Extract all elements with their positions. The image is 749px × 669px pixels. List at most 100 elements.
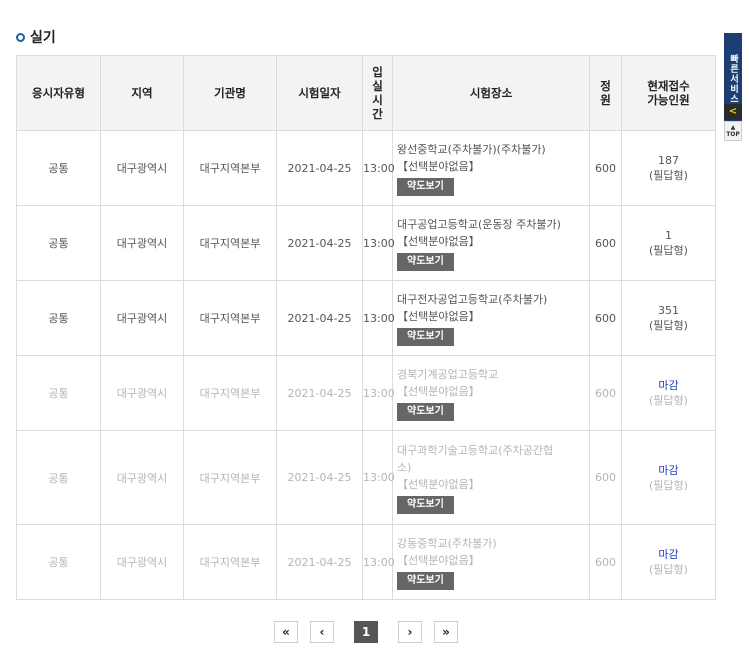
place-field: 【선택분야없음】 <box>397 159 480 173</box>
cell-type: 공통 <box>16 205 101 281</box>
cell-time: 13:00 <box>362 430 395 525</box>
cell-region: 대구광역시 <box>100 205 184 281</box>
exam-format: (필답형) <box>649 319 688 332</box>
exam-format: (필답형) <box>649 394 688 407</box>
header-time: 입 실 시 간 <box>362 55 393 131</box>
cell-time: 13:00 <box>362 205 395 281</box>
cell-place: 대구과학기술고등학교(주차공간협 소) 【선택분야없음】 약도보기 <box>392 430 590 525</box>
available-count: 351 <box>658 304 679 317</box>
table-row: 공통 대구광역시 대구지역본부 2021-04-25 13:00 대구전자공업고… <box>16 280 716 356</box>
header-date: 시험일자 <box>276 55 363 131</box>
cell-place: 대구공업고등학교(운동장 주차불가) 【선택분야없음】 약도보기 <box>392 205 590 281</box>
cell-agency: 대구지역본부 <box>183 205 277 281</box>
exam-schedule-page: 실기 응시자유형 지역 기관명 시험일자 입 실 시 간 시험장소 정 원 현재… <box>0 0 749 669</box>
first-page-button[interactable]: « <box>274 621 298 643</box>
header-available: 현재접수 가능인원 <box>621 55 716 131</box>
header-agency: 기관명 <box>183 55 277 131</box>
cell-capacity: 600 <box>589 355 622 431</box>
cell-region: 대구광역시 <box>100 355 184 431</box>
header-capacity: 정 원 <box>589 55 622 131</box>
table-row: 공통 대구광역시 대구지역본부 2021-04-25 13:00 대구공업고등학… <box>16 205 716 281</box>
cell-agency: 대구지역본부 <box>183 355 277 431</box>
place-field: 【선택분야없음】 <box>397 553 480 567</box>
cell-capacity: 600 <box>589 130 622 206</box>
cell-type: 공통 <box>16 280 101 356</box>
header-place: 시험장소 <box>392 55 590 131</box>
cell-date: 2021-04-25 <box>276 130 363 206</box>
last-page-button[interactable]: » <box>434 621 458 643</box>
map-view-button[interactable]: 약도보기 <box>397 252 454 271</box>
map-view-button[interactable]: 약도보기 <box>397 177 454 196</box>
section-title: 실기 <box>16 27 56 47</box>
page-1-button[interactable]: 1 <box>354 621 378 643</box>
cell-place: 왕선중학교(주차불가)(주차불가) 【선택분야없음】 약도보기 <box>392 130 590 206</box>
cell-agency: 대구지역본부 <box>183 430 277 525</box>
header-region: 지역 <box>100 55 184 131</box>
table-row: 공통 대구광역시 대구지역본부 2021-04-25 13:00 왕선중학교(주… <box>16 130 716 206</box>
cell-capacity: 600 <box>589 430 622 525</box>
place-name: 대구전자공업고등학교(주차불가) <box>397 292 548 306</box>
cell-type: 공통 <box>16 130 101 206</box>
cell-capacity: 600 <box>589 280 622 356</box>
cell-time: 13:00 <box>362 130 395 206</box>
exam-format: (필답형) <box>649 478 688 492</box>
place-name: 경북기계공업고등학교 <box>397 367 499 381</box>
cell-capacity: 600 <box>589 524 622 600</box>
cell-available: 187 (필답형) <box>621 130 716 206</box>
place-name: 왕선중학교(주차불가)(주차불가) <box>397 142 546 156</box>
cell-time: 13:00 <box>362 524 395 600</box>
table-row: 공통 대구광역시 대구지역본부 2021-04-25 13:00 경북기계공업고… <box>16 355 716 431</box>
exam-format: (필답형) <box>649 563 688 576</box>
table-row: 공통 대구광역시 대구지역본부 2021-04-25 13:00 대구과학기술고… <box>16 430 716 525</box>
table-row: 공통 대구광역시 대구지역본부 2021-04-25 13:00 강동중학교(주… <box>16 524 716 600</box>
closed-badge: 마감 <box>658 379 679 392</box>
exam-venue-table: 응시자유형 지역 기관명 시험일자 입 실 시 간 시험장소 정 원 현재접수 … <box>16 55 716 600</box>
chevron-left-icon[interactable]: < <box>724 104 742 120</box>
cell-place: 경북기계공업고등학교 【선택분야없음】 약도보기 <box>392 355 590 431</box>
cell-date: 2021-04-25 <box>276 355 363 431</box>
cell-available: 마감 (필답형) <box>621 430 716 525</box>
cell-type: 공통 <box>16 355 101 431</box>
cell-region: 대구광역시 <box>100 280 184 356</box>
cell-agency: 대구지역본부 <box>183 130 277 206</box>
map-view-button[interactable]: 약도보기 <box>397 571 454 590</box>
pagination: « ‹ 1 › » <box>0 621 732 643</box>
exam-format: (필답형) <box>649 244 688 257</box>
cell-place: 강동중학교(주차불가) 【선택분야없음】 약도보기 <box>392 524 590 600</box>
cell-available: 마감 (필답형) <box>621 355 716 431</box>
place-name-cont: 소) <box>397 460 412 474</box>
cell-date: 2021-04-25 <box>276 430 363 525</box>
place-field: 【선택분야없음】 <box>397 234 480 248</box>
table-header-row: 응시자유형 지역 기관명 시험일자 입 실 시 간 시험장소 정 원 현재접수 … <box>16 55 716 131</box>
cell-region: 대구광역시 <box>100 524 184 600</box>
cell-region: 대구광역시 <box>100 430 184 525</box>
closed-badge: 마감 <box>658 463 679 477</box>
cell-agency: 대구지역본부 <box>183 280 277 356</box>
cell-region: 대구광역시 <box>100 130 184 206</box>
cell-capacity: 600 <box>589 205 622 281</box>
next-page-button[interactable]: › <box>398 621 422 643</box>
available-count: 1 <box>665 229 672 242</box>
place-name: 대구과학기술고등학교(주차공간협 <box>397 443 554 457</box>
section-title-text: 실기 <box>30 30 56 46</box>
arrow-up-icon: ▲ <box>730 124 736 131</box>
top-button[interactable]: ▲ TOP <box>724 121 742 141</box>
cell-available: 마감 (필답형) <box>621 524 716 600</box>
place-name: 강동중학교(주차불가) <box>397 536 497 550</box>
cell-type: 공통 <box>16 430 101 525</box>
cell-type: 공통 <box>16 524 101 600</box>
cell-date: 2021-04-25 <box>276 205 363 281</box>
cell-time: 13:00 <box>362 280 395 356</box>
available-count: 187 <box>658 154 679 167</box>
place-field: 【선택분야없음】 <box>397 309 480 323</box>
closed-badge: 마감 <box>658 548 679 561</box>
map-view-button[interactable]: 약도보기 <box>397 327 454 346</box>
map-view-button[interactable]: 약도보기 <box>397 495 454 514</box>
map-view-button[interactable]: 약도보기 <box>397 402 454 421</box>
exam-format: (필답형) <box>649 169 688 182</box>
prev-page-button[interactable]: ‹ <box>310 621 334 643</box>
place-field: 【선택분야없음】 <box>397 477 480 491</box>
cell-available: 351 (필답형) <box>621 280 716 356</box>
circle-bullet-icon <box>16 32 25 42</box>
cell-agency: 대구지역본부 <box>183 524 277 600</box>
